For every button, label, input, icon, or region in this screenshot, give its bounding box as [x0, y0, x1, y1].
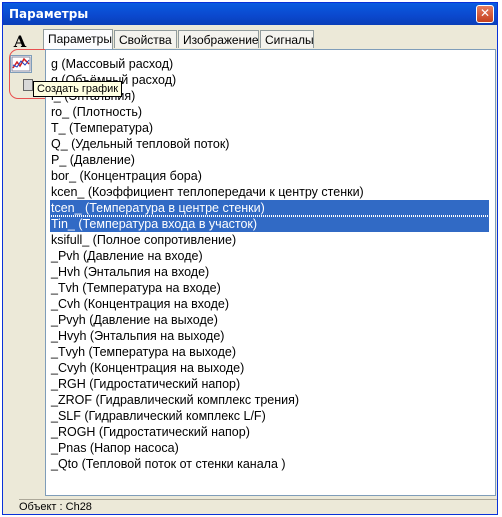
close-button[interactable]: ✕: [476, 5, 494, 23]
tab-properties[interactable]: Свойства: [114, 30, 177, 48]
list-item[interactable]: _Tvh (Температура на входе): [50, 280, 489, 296]
list-item[interactable]: _Hvyh (Энтальпия на выходе): [50, 328, 489, 344]
window-title: Параметры: [9, 7, 89, 21]
list-item[interactable]: P_ (Давление): [50, 152, 489, 168]
tooltip-button-icon: [23, 79, 33, 91]
tab-parameters[interactable]: Параметры: [43, 29, 113, 49]
list-item[interactable]: _SLF (Гидравлический комплекс L/F): [50, 408, 489, 424]
list-item[interactable]: bor_ (Концентрация бора): [50, 168, 489, 184]
list-item[interactable]: Q_ (Удельный тепловой поток): [50, 136, 489, 152]
parameters-listbox[interactable]: g (Массовый расход)g (Объёмный расход)i_…: [45, 49, 496, 496]
parameter-list: g (Массовый расход)g (Объёмный расход)i_…: [49, 56, 490, 472]
list-item[interactable]: _Tvyh (Температура на выходе): [50, 344, 489, 360]
tab-signals[interactable]: Сигналы: [260, 30, 314, 48]
list-item[interactable]: _Pvh (Давление на входе): [50, 248, 489, 264]
create-chart-tooltip: Создать график: [33, 81, 123, 97]
list-item[interactable]: _Hvh (Энтальпия на входе): [50, 264, 489, 280]
list-item[interactable]: kcen_ (Коэффициент теплопередачи к центр…: [50, 184, 489, 200]
list-item[interactable]: ksifull_ (Полное сопротивление): [50, 232, 489, 248]
list-item[interactable]: Tin_ (Температура входа в участок): [49, 215, 490, 233]
list-item[interactable]: g (Массовый расход): [50, 56, 489, 72]
status-bar: Объект : Ch28: [19, 499, 497, 515]
list-item[interactable]: _Qto (Тепловой поток от стенки канала ): [50, 456, 489, 472]
list-item[interactable]: tcen_ (Температура в центре стенки): [49, 199, 490, 217]
list-item[interactable]: _Cvh (Концентрация на входе): [50, 296, 489, 312]
parameters-window: Параметры ✕ A Параметры Свойства Изображ…: [2, 2, 498, 515]
list-item[interactable]: _ZROF (Гидравлический комплекс трения): [50, 392, 489, 408]
title-bar[interactable]: Параметры ✕: [3, 3, 497, 25]
list-item[interactable]: _ROGH (Гидростатический напор): [50, 424, 489, 440]
tab-image[interactable]: Изображение: [178, 30, 259, 48]
list-item[interactable]: _Pnas (Напор насоса): [50, 440, 489, 456]
list-item[interactable]: _Pvyh (Давление на выходе): [50, 312, 489, 328]
list-item[interactable]: ro_ (Плотность): [50, 104, 489, 120]
list-item[interactable]: _RGH (Гидростатический напор): [50, 376, 489, 392]
list-item[interactable]: T_ (Температура): [50, 120, 489, 136]
list-item[interactable]: _Cvyh (Концентрация на выходе): [50, 360, 489, 376]
